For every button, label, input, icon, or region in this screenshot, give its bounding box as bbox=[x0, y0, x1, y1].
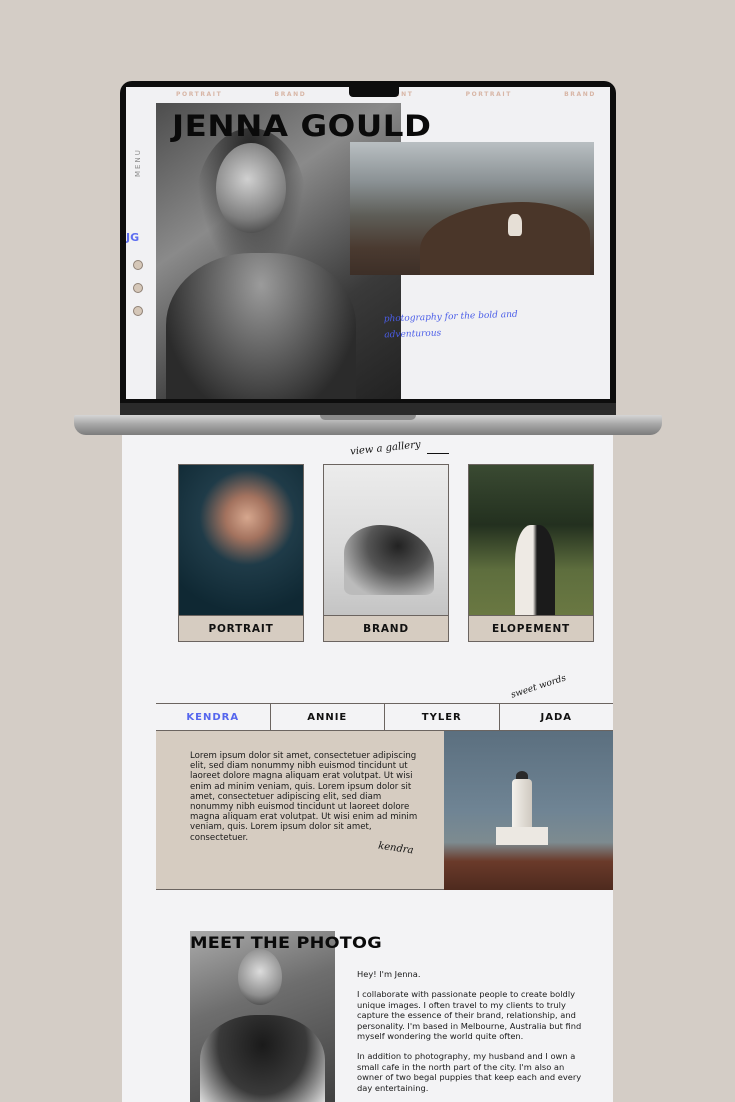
side-logo[interactable]: JG bbox=[126, 231, 139, 244]
nav-item-brand-2[interactable]: BRAND bbox=[564, 91, 596, 101]
tab-kendra[interactable]: KENDRA bbox=[156, 704, 271, 730]
gallery-script-label: view a gallery bbox=[349, 439, 422, 458]
laptop-base bbox=[74, 415, 662, 435]
testimonial-tabs: KENDRA ANNIE TYLER JADA bbox=[156, 703, 613, 731]
portrait-gallery-photo bbox=[179, 465, 303, 615]
photographer-portrait-photo bbox=[190, 931, 335, 1102]
nav-dot-3[interactable] bbox=[133, 306, 143, 316]
nav-item-portrait-2[interactable]: PORTRAIT bbox=[466, 91, 512, 101]
testimonials-script-label: sweet words bbox=[509, 673, 568, 701]
gallery-card-label: PORTRAIT bbox=[179, 615, 303, 642]
gallery-card-portrait[interactable]: PORTRAIT bbox=[178, 464, 304, 642]
tab-jada[interactable]: JADA bbox=[500, 704, 614, 730]
gallery-label-underline bbox=[427, 453, 449, 454]
gallery-card-label: ELOPEMENT bbox=[469, 615, 593, 642]
nav-dot-2[interactable] bbox=[133, 283, 143, 293]
about-title: MEET THE PHOTOG bbox=[190, 933, 382, 952]
testimonial-signature: kendra bbox=[377, 840, 415, 857]
lighthouse-photo bbox=[444, 731, 613, 890]
nav-item-portrait[interactable]: PORTRAIT bbox=[176, 91, 222, 101]
gallery-card-label: BRAND bbox=[324, 615, 448, 642]
about-greeting: Hey! I'm Jenna. bbox=[357, 969, 421, 979]
gallery-card-brand[interactable]: BRAND bbox=[323, 464, 449, 642]
laptop-mockup: PORTRAIT BRAND ELOPEMENT PORTRAIT BRAND … bbox=[120, 81, 616, 415]
hero-title: JENNA GOULD bbox=[172, 109, 432, 143]
coastal-photo bbox=[350, 142, 594, 275]
nav-dot-1[interactable] bbox=[133, 260, 143, 270]
elopement-gallery-photo bbox=[469, 465, 593, 615]
side-menu-label[interactable]: MENU bbox=[134, 148, 142, 177]
laptop-bezel bbox=[120, 403, 616, 415]
brand-gallery-photo bbox=[324, 465, 448, 615]
tab-annie[interactable]: ANNIE bbox=[271, 704, 385, 730]
tab-tyler[interactable]: TYLER bbox=[385, 704, 500, 730]
laptop-screen: PORTRAIT BRAND ELOPEMENT PORTRAIT BRAND … bbox=[126, 87, 610, 399]
about-paragraph-1: I collaborate with passionate people to … bbox=[357, 989, 582, 1042]
nav-item-brand[interactable]: BRAND bbox=[275, 91, 307, 101]
camera-notch bbox=[349, 87, 399, 97]
about-text: Hey! I'm Jenna. I collaborate with passi… bbox=[357, 969, 587, 1102]
hero-tagline: photography for the bold and adventurous bbox=[383, 309, 518, 341]
about-paragraph-2: In addition to photography, my husband a… bbox=[357, 1051, 582, 1093]
page-preview: view a gallery PORTRAIT BRAND ELOPEMENT … bbox=[122, 435, 613, 1102]
testimonial-text: Lorem ipsum dolor sit amet, consectetuer… bbox=[190, 751, 418, 843]
gallery-card-elopement[interactable]: ELOPEMENT bbox=[468, 464, 594, 642]
testimonial-panel: Lorem ipsum dolor sit amet, consectetuer… bbox=[156, 731, 613, 890]
